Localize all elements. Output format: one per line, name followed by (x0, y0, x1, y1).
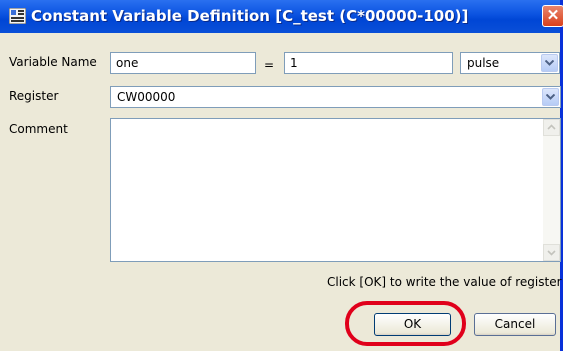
variable-name-label: Variable Name (9, 55, 97, 69)
value-input[interactable]: 1 (284, 52, 453, 74)
variable-name-input[interactable]: one (110, 52, 256, 74)
cancel-button[interactable]: Cancel (474, 313, 556, 336)
chevron-down-icon[interactable] (542, 88, 559, 106)
unit-select[interactable]: pulse (460, 52, 560, 74)
scroll-down-icon[interactable] (543, 244, 560, 261)
register-select[interactable]: CW00000 (110, 86, 561, 108)
chevron-down-icon[interactable] (541, 54, 558, 72)
unit-select-value: pulse (467, 56, 500, 70)
comment-label: Comment (9, 122, 68, 136)
info-note: Click [OK] to write the value of registe… (327, 275, 563, 289)
window-title: Constant Variable Definition [C_test (C*… (31, 7, 469, 25)
app-icon (9, 8, 26, 24)
close-icon[interactable]: ✕ (542, 5, 563, 27)
register-label: Register (9, 89, 59, 103)
equals-sign: = (264, 58, 275, 72)
title-bar[interactable]: Constant Variable Definition [C_test (C*… (0, 0, 563, 33)
register-select-value: CW00000 (117, 90, 176, 104)
ok-highlight-circle (345, 301, 466, 346)
comment-textarea[interactable] (110, 118, 561, 262)
comment-scrollbar[interactable] (543, 119, 560, 261)
dialog-window: Constant Variable Definition [C_test (C*… (0, 0, 563, 351)
scroll-up-icon[interactable] (543, 119, 560, 136)
